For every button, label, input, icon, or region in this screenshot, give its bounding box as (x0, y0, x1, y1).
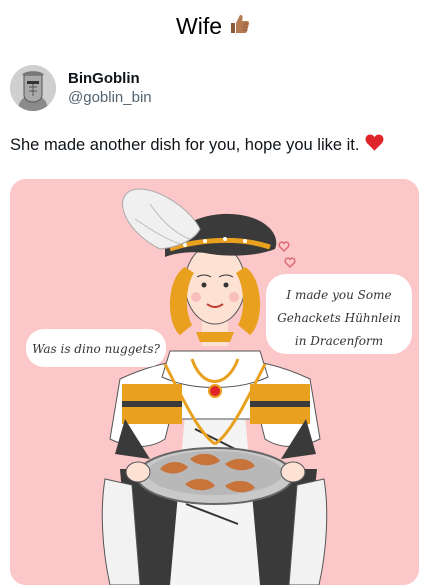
author-handle[interactable]: @goblin_bin (68, 88, 152, 107)
author-display-name[interactable]: BinGoblin (68, 69, 152, 88)
red-heart-icon (365, 134, 384, 157)
knight-avatar-icon (10, 65, 56, 111)
meme-title: Wife (0, 10, 428, 42)
post-media-illustration[interactable]: Was is dino nuggets? I made you Some Geh… (10, 179, 419, 585)
right-bubble-line-2: Gehackets Hühnlein (277, 311, 401, 325)
post-text-body: She made another dish for you, hope you … (10, 136, 360, 154)
thumbs-up-icon (228, 12, 252, 41)
post-header: BinGoblin @goblin_bin (10, 64, 152, 112)
avatar[interactable] (10, 65, 56, 111)
pendant (208, 384, 222, 398)
lady-illustration: Was is dino nuggets? I made you Some Geh… (10, 179, 419, 585)
left-bubble-text: Was is dino nuggets? (32, 342, 160, 356)
meme-title-text: Wife (176, 12, 222, 39)
right-bubble-line-3: in Dracenform (295, 334, 383, 348)
right-bubble-line-1: I made you Some (285, 288, 391, 302)
post-text: She made another dish for you, hope you … (10, 134, 384, 157)
face (184, 243, 246, 325)
